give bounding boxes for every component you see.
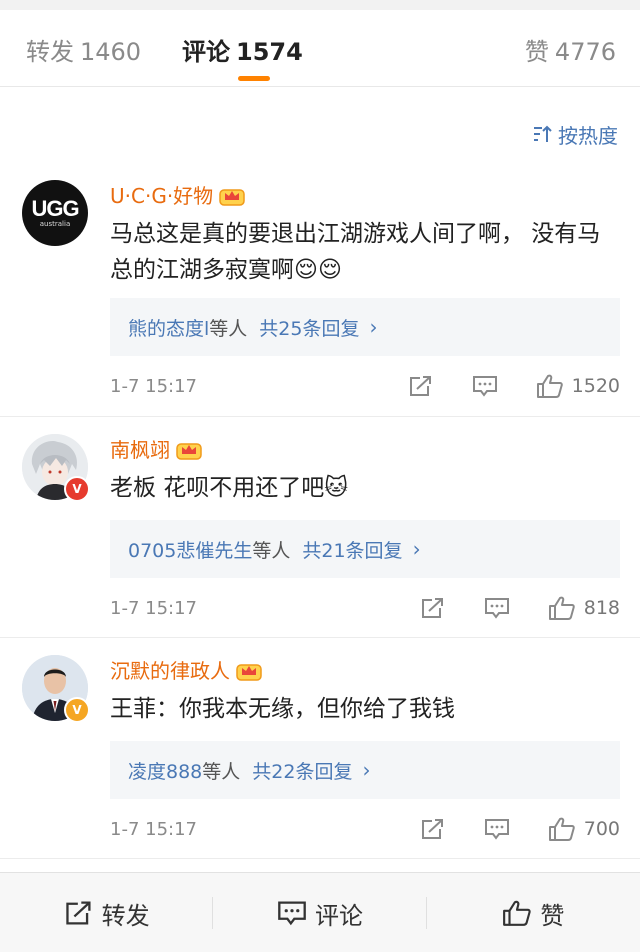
- comment-icon: [278, 901, 306, 926]
- bottom-like-label: 赞: [540, 901, 565, 930]
- tab-likes-count: 4776: [554, 38, 616, 66]
- reply-count: 共21条回复: [302, 539, 403, 562]
- like-count: 818: [583, 597, 620, 619]
- repost-icon: [421, 598, 443, 618]
- comment-item: V 南枫翊 老板 花呗不用还了吧🐱 0705悲催先生 等人 共21条回复 › 1…: [0, 416, 640, 638]
- avatar[interactable]: UGG australia: [22, 180, 88, 246]
- like-count: 700: [583, 818, 620, 840]
- active-tab-indicator: [238, 76, 270, 81]
- comment-username[interactable]: 沉默的律政人: [110, 655, 262, 684]
- replies-summary[interactable]: 0705悲催先生 等人 共21条回复 ›: [110, 520, 620, 578]
- repost-action[interactable]: [420, 596, 446, 620]
- reply-users: 0705悲催先生: [128, 539, 253, 562]
- comment-meta: 1-7 15:17 818: [110, 590, 620, 626]
- avatar-logo-text: UGG: [31, 195, 79, 221]
- tab-reposts-count: 1460: [80, 38, 142, 66]
- comment-time: 1-7 15:17: [110, 818, 197, 840]
- reply-mid: 等人: [252, 539, 291, 562]
- reply-count: 共22条回复: [252, 760, 353, 783]
- avatar-logo-subtext: australia: [39, 219, 71, 228]
- bottom-action-bar: 转发 评论 赞: [0, 872, 640, 952]
- repost-action[interactable]: [408, 374, 434, 398]
- avatar[interactable]: V: [22, 655, 90, 723]
- like-action[interactable]: 700: [548, 816, 620, 842]
- username-text: 沉默的律政人: [110, 659, 230, 683]
- username-text: U·C·G·好物: [110, 184, 214, 208]
- like-count: 1520: [571, 375, 620, 397]
- comment-action[interactable]: [472, 374, 498, 398]
- replies-summary[interactable]: 凌度888 等人 共22条回复 ›: [110, 741, 620, 799]
- tab-likes-label: 赞: [524, 38, 549, 66]
- comment-text: 老板 花呗不用还了吧🐱: [110, 475, 349, 501]
- comment-username[interactable]: U·C·G·好物: [110, 180, 245, 209]
- tab-likes[interactable]: 赞 4776: [525, 32, 616, 67]
- repost-action[interactable]: [420, 817, 446, 841]
- comment-action[interactable]: [484, 596, 510, 620]
- sort-icon: [534, 125, 552, 142]
- reply-mid: 等人: [209, 317, 248, 340]
- tab-comments-label: 评论: [182, 38, 230, 66]
- comment-meta: 1-7 15:17 1520: [110, 368, 620, 404]
- tab-reposts-label: 转发: [26, 38, 74, 66]
- chevron-right-icon: ›: [369, 315, 378, 339]
- comment-text: 王菲：你我本无缘，但你给了我钱: [110, 696, 455, 722]
- verified-badge-icon: V: [64, 476, 90, 502]
- thumbs-up-icon: [548, 596, 575, 620]
- comment-time: 1-7 15:17: [110, 375, 197, 397]
- reply-mid: 等人: [202, 760, 241, 783]
- thumbs-up-icon: [503, 900, 531, 926]
- chevron-right-icon: ›: [412, 537, 421, 561]
- like-action[interactable]: 1520: [536, 373, 620, 399]
- bottom-comment-label: 评论: [314, 901, 363, 930]
- reply-users: 熊的态度l: [128, 317, 210, 340]
- verified-badge-icon: V: [64, 697, 90, 723]
- repost-icon: [421, 819, 443, 839]
- crown-icon: [219, 188, 245, 206]
- repost-icon: [409, 376, 431, 396]
- bottom-repost-button[interactable]: 转发: [0, 873, 214, 952]
- avatar[interactable]: V: [22, 434, 90, 502]
- repost-icon: [65, 901, 91, 925]
- comment-time: 1-7 15:17: [110, 597, 197, 619]
- tab-reposts[interactable]: 转发 1460: [26, 32, 141, 67]
- reply-users: 凌度888: [128, 760, 203, 783]
- crown-icon: [176, 442, 202, 460]
- tab-bar: 转发 1460 评论 1574 赞 4776: [0, 10, 640, 87]
- like-action[interactable]: 818: [548, 595, 620, 621]
- tab-comments[interactable]: 评论 1574: [182, 32, 303, 67]
- chevron-right-icon: ›: [362, 758, 371, 782]
- bottom-comment-button[interactable]: 评论: [213, 873, 427, 952]
- thumbs-up-icon: [548, 817, 575, 841]
- comments-page: 转发1460 评论1574 赞4776 按热度 UGG australia: [0, 0, 640, 952]
- comment-item: UGG australia U·C·G·好物 马总这是真的要退出江湖游戏人间了啊…: [0, 160, 640, 417]
- replies-summary[interactable]: 熊的态度l 等人 共25条回复 ›: [110, 298, 620, 356]
- comment-icon: [472, 376, 497, 397]
- thumbs-up-icon: [536, 374, 563, 398]
- comment-username[interactable]: 南枫翊: [110, 434, 202, 463]
- sort-label: 按热度: [558, 123, 618, 148]
- comment-icon: [484, 819, 509, 840]
- bottom-like-button[interactable]: 赞: [427, 873, 640, 952]
- comment-item: V 沉默的律政人 王菲：你我本无缘，但你给了我钱 凌度888 等人 共22条回复…: [0, 637, 640, 859]
- sort-button[interactable]: 按热度: [532, 120, 618, 148]
- comment-action[interactable]: [484, 817, 510, 841]
- bottom-repost-label: 转发: [101, 901, 150, 930]
- top-strip: [0, 0, 640, 10]
- tab-comments-count: 1574: [236, 38, 303, 66]
- comment-meta: 1-7 15:17 700: [110, 811, 620, 847]
- reply-count: 共25条回复: [259, 317, 360, 340]
- crown-icon: [236, 663, 262, 681]
- comment-text: 马总这是真的要退出江湖游戏人间了啊， 没有马总的江湖多寂寞啊😌😌: [110, 221, 601, 283]
- comment-icon: [484, 598, 509, 619]
- username-text: 南枫翊: [110, 438, 170, 462]
